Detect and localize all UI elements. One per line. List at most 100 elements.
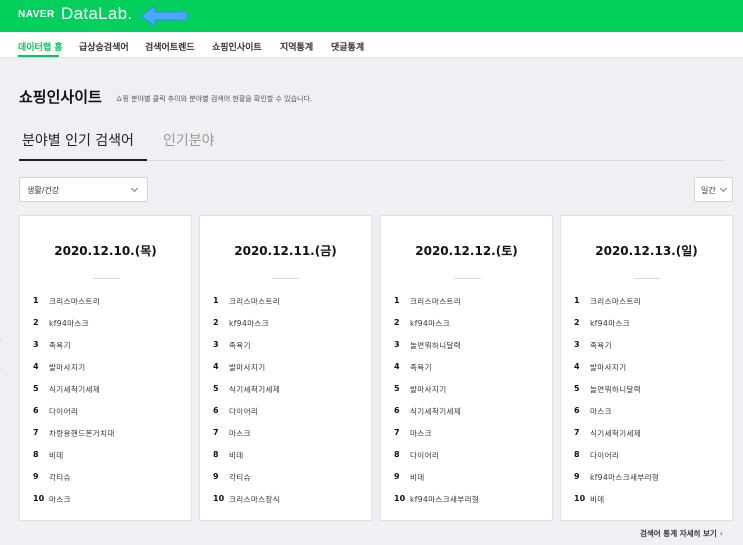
rank-number: 3	[33, 340, 39, 349]
rank-keyword[interactable]: 식기세척기세제	[49, 384, 100, 395]
rank-number: 9	[394, 472, 400, 481]
ranking-card: 2020.12.11.(금) 1 크리스마스트리 2 kf94마스크 3 족욕기 4 발마사지기…	[199, 215, 372, 521]
rank-keyword[interactable]: kf94마스크	[410, 318, 450, 329]
rank-keyword[interactable]: kf94마스크새부리형	[590, 472, 659, 483]
nav-active-indicator	[18, 55, 59, 57]
rank-keyword[interactable]: kf94마스크새부리형	[410, 494, 479, 505]
period-select[interactable]: 일간	[694, 177, 733, 202]
rank-number: 2	[33, 318, 39, 327]
rank-number: 2	[213, 318, 219, 327]
naver-logo[interactable]: NAVER	[18, 9, 55, 20]
card-divider	[273, 278, 300, 279]
rank-keyword[interactable]: 비데	[410, 472, 425, 483]
nav-item-home[interactable]: 데이터랩 홈	[18, 40, 63, 53]
ranking-card: 2020.12.10.(목) 1 크리스마스트리 2 kf94마스크 3 족욕기 4 발마사지기…	[19, 215, 192, 521]
rank-number: 10	[574, 494, 586, 503]
rank-number: 6	[33, 406, 39, 415]
rank-number: 5	[574, 384, 580, 393]
header-bar: NAVER DataLab.	[0, 0, 743, 32]
rank-keyword[interactable]: 다이어리	[590, 450, 619, 461]
rank-keyword[interactable]: 비데	[49, 450, 64, 461]
rank-keyword[interactable]: kf94마스크	[590, 318, 630, 329]
rank-number: 6	[213, 406, 219, 415]
rank-keyword[interactable]: 발마사지기	[49, 362, 86, 373]
category-select-value: 생활/건강	[27, 186, 60, 195]
rank-number: 1	[394, 296, 400, 305]
rank-keyword[interactable]: 크리스마스트리	[590, 296, 641, 307]
card-date: 2020.12.10.(목)	[54, 244, 157, 258]
rank-keyword[interactable]: 크리스마스트리	[410, 296, 461, 307]
nav-item-keyword-trend[interactable]: 검색어트렌드	[145, 40, 195, 53]
tab-active-indicator	[19, 159, 147, 161]
card-divider	[454, 278, 481, 279]
rank-keyword[interactable]: 비데	[229, 450, 244, 461]
period-select-value: 일간	[701, 186, 716, 195]
tab-popular-categories[interactable]: 인기분야	[163, 130, 215, 150]
rank-keyword[interactable]: 식기세척기세제	[410, 406, 461, 417]
rank-keyword[interactable]: 크리스마스장식	[229, 494, 280, 505]
rank-keyword[interactable]: 비데	[590, 494, 605, 505]
rank-number: 9	[574, 472, 580, 481]
rank-keyword[interactable]: 마스크	[590, 406, 612, 417]
rank-number: 1	[213, 296, 219, 305]
chevron-down-icon	[130, 184, 139, 193]
category-select[interactable]: 생활/건강	[19, 177, 148, 202]
card-date: 2020.12.12.(토)	[415, 244, 518, 258]
rank-keyword[interactable]: 마스크	[49, 494, 71, 505]
tab-popular-keywords[interactable]: 분야별 인기 검색어	[22, 130, 134, 150]
datalab-logo[interactable]: DataLab.	[61, 4, 132, 24]
rank-keyword[interactable]: 족욕기	[229, 340, 251, 351]
nav-item-comment-stats[interactable]: 댓글통계	[331, 40, 364, 53]
card-divider	[93, 278, 120, 279]
rank-keyword[interactable]: 놀면뭐하니달력	[590, 384, 641, 395]
rank-keyword[interactable]: 족욕기	[590, 340, 612, 351]
rank-number: 7	[213, 428, 219, 437]
rank-keyword[interactable]: 다이어리	[410, 450, 439, 461]
nav-item-rising-keywords[interactable]: 급상승검색어	[79, 40, 129, 53]
rank-number: 8	[574, 450, 580, 459]
rank-number: 4	[33, 362, 39, 371]
rank-keyword[interactable]: 식기세척기세제	[590, 428, 641, 439]
rank-number: 5	[394, 384, 400, 393]
chevron-down-icon	[719, 184, 728, 193]
rank-keyword[interactable]: 마스크	[229, 428, 251, 439]
rank-keyword[interactable]: kf94마스크	[229, 318, 269, 329]
ranking-card: 2020.12.12.(토) 1 크리스마스트리 2 kf94마스크 3 놀면뭐하니달력 4 족…	[380, 215, 553, 521]
main-nav: 데이터랩 홈 급상승검색어 검색어트렌드 쇼핑인사이트 지역통계 댓글통계	[0, 32, 743, 58]
more-stats-link[interactable]: 검색어 통계 자세히 보기 ›	[640, 528, 723, 539]
rank-number: 4	[574, 362, 580, 371]
rank-number: 10	[213, 494, 225, 503]
rank-keyword[interactable]: 다이어리	[229, 406, 258, 417]
rank-keyword[interactable]: 다이어리	[49, 406, 78, 417]
rank-number: 3	[574, 340, 580, 349]
rank-keyword[interactable]: 놀면뭐하니달력	[410, 340, 461, 351]
nav-item-regional-stats[interactable]: 지역통계	[280, 40, 313, 53]
rank-number: 4	[213, 362, 219, 371]
rank-keyword[interactable]: 발마사지기	[229, 362, 266, 373]
rank-number: 6	[394, 406, 400, 415]
page-title: 쇼핑인사이트	[19, 88, 102, 106]
chevron-left-icon[interactable]	[0, 338, 17, 370]
nav-item-shopping-insight[interactable]: 쇼핑인사이트	[212, 40, 262, 53]
rank-keyword[interactable]: 크리스마스트리	[229, 296, 280, 307]
rank-keyword[interactable]: 족욕기	[49, 340, 71, 351]
rank-keyword[interactable]: 차량용핸드폰거치대	[49, 428, 115, 439]
rank-keyword[interactable]: 발마사지기	[590, 362, 627, 373]
rank-keyword[interactable]: 각티슈	[229, 472, 251, 483]
rank-number: 7	[33, 428, 39, 437]
rank-number: 5	[33, 384, 39, 393]
rank-keyword[interactable]: 식기세척기세제	[229, 384, 280, 395]
rank-number: 3	[394, 340, 400, 349]
rank-number: 8	[33, 450, 39, 459]
rank-keyword[interactable]: 마스크	[410, 428, 432, 439]
ranking-card: 2020.12.13.(일) 1 크리스마스트리 2 kf94마스크 3 족욕기 4 발마사지기…	[560, 215, 733, 521]
rank-keyword[interactable]: 크리스마스트리	[49, 296, 100, 307]
rank-keyword[interactable]: 족욕기	[410, 362, 432, 373]
card-date: 2020.12.11.(금)	[234, 244, 337, 258]
rank-keyword[interactable]: 각티슈	[49, 472, 71, 483]
rank-keyword[interactable]: kf94마스크	[49, 318, 89, 329]
card-divider	[634, 278, 661, 279]
rank-number: 2	[574, 318, 580, 327]
rank-keyword[interactable]: 발마사지기	[410, 384, 447, 395]
rank-number: 2	[394, 318, 400, 327]
